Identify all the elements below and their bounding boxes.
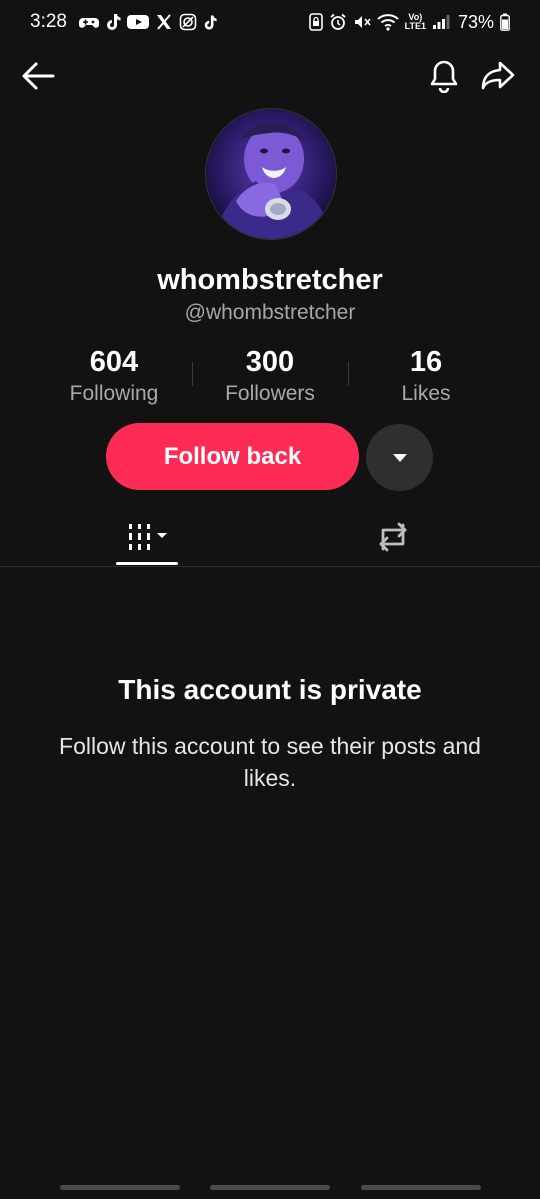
suggested-accounts-button[interactable]	[366, 424, 433, 491]
system-nav-bar	[0, 1185, 540, 1191]
bell-icon	[430, 60, 458, 93]
screenshot-lock-icon	[308, 13, 323, 31]
x-icon	[155, 13, 173, 31]
stat-label: Followers	[225, 382, 315, 405]
tiktok-icon	[203, 14, 217, 31]
network-label: LTE1	[404, 21, 426, 31]
follow-back-button[interactable]: Follow back	[106, 423, 359, 490]
gamepad-icon	[78, 14, 99, 30]
stat-likes[interactable]: 16 Likes	[348, 344, 504, 408]
stat-followers[interactable]: 300 Followers	[192, 344, 348, 408]
nav-home-hint[interactable]	[210, 1185, 330, 1190]
tiktok-icon	[105, 13, 121, 31]
username-handle: @whombstretcher	[184, 301, 356, 324]
stat-value: 604	[89, 346, 139, 378]
mute-icon	[353, 13, 371, 31]
share-button[interactable]	[474, 52, 522, 100]
avatar[interactable]	[205, 108, 337, 240]
battery-percent: 73%	[457, 11, 494, 32]
tab-videos[interactable]	[100, 508, 195, 566]
tab-reposts[interactable]	[345, 508, 440, 566]
stat-value: 16	[409, 346, 443, 378]
no-sync-icon	[179, 13, 197, 31]
alarm-icon	[329, 13, 347, 31]
nav-back-hint[interactable]	[361, 1185, 481, 1190]
back-button[interactable]	[14, 52, 62, 100]
arrow-left-icon	[22, 62, 55, 90]
grid-filter-icon	[128, 524, 167, 550]
stat-divider	[348, 362, 349, 386]
tab-indicator	[116, 562, 178, 565]
notifications-button[interactable]	[420, 52, 468, 100]
signal-icon	[432, 14, 450, 30]
caret-down-icon	[392, 453, 407, 462]
display-name: whombstretcher	[157, 264, 383, 296]
wifi-icon	[376, 13, 399, 31]
status-right: Vo) LTE1 73%	[308, 11, 510, 33]
content-tabs	[0, 508, 540, 567]
avatar-photo	[206, 109, 336, 239]
status-time: 3:28	[30, 11, 67, 32]
status-bar: 3:28 Vo) LTE1 73%	[0, 0, 540, 44]
private-account-title: This account is private	[118, 674, 422, 705]
profile-stats: 604 Following 300 Followers 16 Likes	[36, 344, 504, 408]
stat-value: 300	[245, 346, 295, 378]
volte-lte-icon: Vo) LTE1	[405, 13, 426, 31]
nav-recents-hint[interactable]	[60, 1185, 180, 1190]
profile-header	[0, 52, 540, 104]
battery-icon	[500, 13, 510, 31]
stat-label: Likes	[401, 382, 451, 405]
share-arrow-icon	[481, 61, 515, 90]
stat-divider	[192, 362, 193, 386]
stat-label: Following	[69, 382, 159, 405]
repost-icon	[379, 522, 406, 552]
stat-following[interactable]: 604 Following	[36, 344, 192, 408]
youtube-icon	[126, 14, 149, 30]
status-left: 3:28	[30, 11, 217, 33]
private-account-description: Follow this account to see their posts a…	[59, 733, 481, 791]
